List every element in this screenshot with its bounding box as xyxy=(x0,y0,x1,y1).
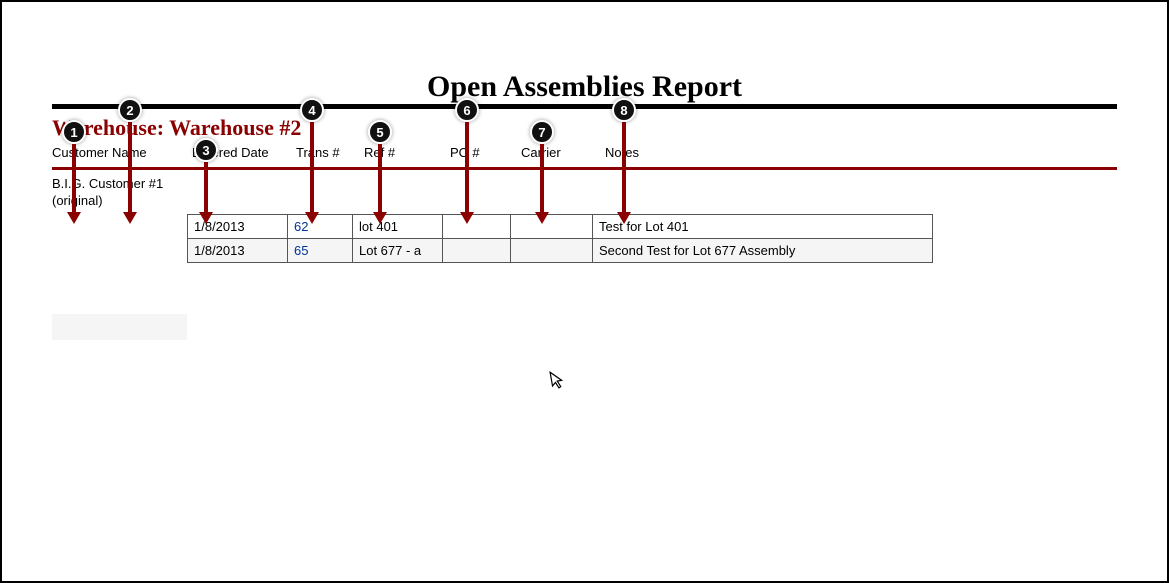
cell-date: 1/8/2013 xyxy=(188,239,288,263)
annotation-marker-5: 5 xyxy=(368,120,392,224)
cursor-icon xyxy=(549,369,567,396)
arrow-line-icon xyxy=(72,144,76,212)
marker-circle: 4 xyxy=(300,98,324,122)
title-underline xyxy=(52,104,1117,109)
cell-ref: Lot 677 - a xyxy=(353,239,443,263)
marker-circle: 6 xyxy=(455,98,479,122)
annotation-marker-1: 1 xyxy=(62,120,86,224)
arrow-head-icon xyxy=(617,212,631,224)
marker-circle: 1 xyxy=(62,120,86,144)
annotation-marker-4: 4 xyxy=(300,98,324,224)
arrow-head-icon xyxy=(305,212,319,224)
marker-circle: 5 xyxy=(368,120,392,144)
table-row: 1/8/2013 65 Lot 677 - a Second Test for … xyxy=(188,239,933,263)
annotation-marker-3: 3 xyxy=(194,138,218,224)
arrow-head-icon xyxy=(460,212,474,224)
cell-notes: Test for Lot 401 xyxy=(593,215,933,239)
arrow-head-icon xyxy=(67,212,81,224)
customer-block: B.I.G. Customer #1 (original) xyxy=(52,176,1167,208)
report-container: Open Assemblies Report Warehouse: Wareho… xyxy=(2,70,1167,263)
marker-circle: 8 xyxy=(612,98,636,122)
cell-trans-link[interactable]: 65 xyxy=(288,239,353,263)
marker-circle: 3 xyxy=(194,138,218,162)
arrow-head-icon xyxy=(123,212,137,224)
cell-po xyxy=(443,239,511,263)
annotation-marker-7: 7 xyxy=(530,120,554,224)
marker-circle: 7 xyxy=(530,120,554,144)
cell-carrier xyxy=(511,239,593,263)
cell-notes: Second Test for Lot 677 Assembly xyxy=(593,239,933,263)
annotation-marker-2: 2 xyxy=(118,98,142,224)
report-title: Open Assemblies Report xyxy=(2,70,1167,104)
customer-sub: (original) xyxy=(52,193,1167,208)
warehouse-label: Warehouse: Warehouse #2 xyxy=(52,115,1167,141)
annotation-marker-8: 8 xyxy=(612,98,636,224)
arrow-line-icon xyxy=(378,144,382,212)
arrow-line-icon xyxy=(128,122,132,212)
arrow-line-icon xyxy=(204,162,208,212)
arrow-head-icon xyxy=(535,212,549,224)
arrow-line-icon xyxy=(622,122,626,212)
cell-ref: lot 401 xyxy=(353,215,443,239)
arrow-head-icon xyxy=(199,212,213,224)
marker-circle: 2 xyxy=(118,98,142,122)
arrow-line-icon xyxy=(310,122,314,212)
arrow-line-icon xyxy=(540,144,544,212)
row-alt-leftpad xyxy=(52,314,187,340)
arrow-head-icon xyxy=(373,212,387,224)
data-table: 1/8/2013 62 lot 401 Test for Lot 401 1/8… xyxy=(187,214,933,263)
arrow-line-icon xyxy=(465,122,469,212)
customer-name: B.I.G. Customer #1 xyxy=(52,176,1167,191)
annotation-marker-6: 6 xyxy=(455,98,479,224)
